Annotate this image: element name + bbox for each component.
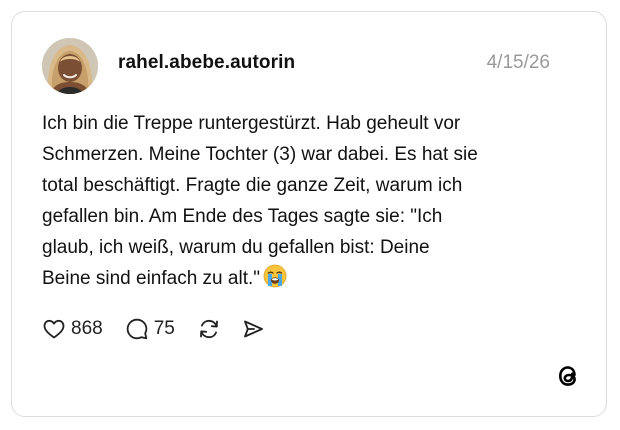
heart-icon — [42, 317, 66, 341]
avatar[interactable] — [42, 38, 98, 94]
threads-logo-icon — [554, 362, 582, 390]
post-body: Ich bin die Treppe runtergestürzt. Hab g… — [42, 108, 582, 298]
repost-icon — [197, 317, 221, 341]
post-body-line: Beine sind einfach zu alt." — [42, 268, 260, 289]
like-count: 868 — [71, 318, 103, 339]
post-body-line: Ich bin die Treppe runtergestürzt. Hab g… — [42, 113, 461, 134]
post-body-line: Schmerzen. Meine Tochter (3) war dabei. … — [42, 144, 478, 165]
post-body-line: glaub, ich weiß, warum du gefallen bist:… — [42, 237, 430, 258]
reply-count: 75 — [153, 318, 175, 339]
username[interactable]: rahel.abebe.autorin — [118, 52, 295, 74]
like-button[interactable]: 868 — [42, 317, 103, 341]
send-icon — [241, 317, 265, 341]
reply-button[interactable]: 75 — [125, 317, 175, 341]
post-card: rahel.abebe.autorin 4/15/26 Ich bin die … — [11, 11, 607, 417]
post-actions: 868 75 — [42, 314, 265, 344]
loudly-crying-face-emoji — [263, 264, 287, 298]
comment-icon — [125, 317, 149, 341]
post-body-line-last: Beine sind einfach zu alt." — [42, 263, 582, 298]
repost-button[interactable] — [197, 317, 221, 341]
post-body-line: gefallen bin. Am Ende des Tages sagte si… — [42, 206, 443, 227]
post-body-line: total beschäftigt. Fragte die ganze Zeit… — [42, 175, 463, 196]
post-date: 4/15/26 — [486, 52, 550, 73]
share-button[interactable] — [241, 317, 265, 341]
